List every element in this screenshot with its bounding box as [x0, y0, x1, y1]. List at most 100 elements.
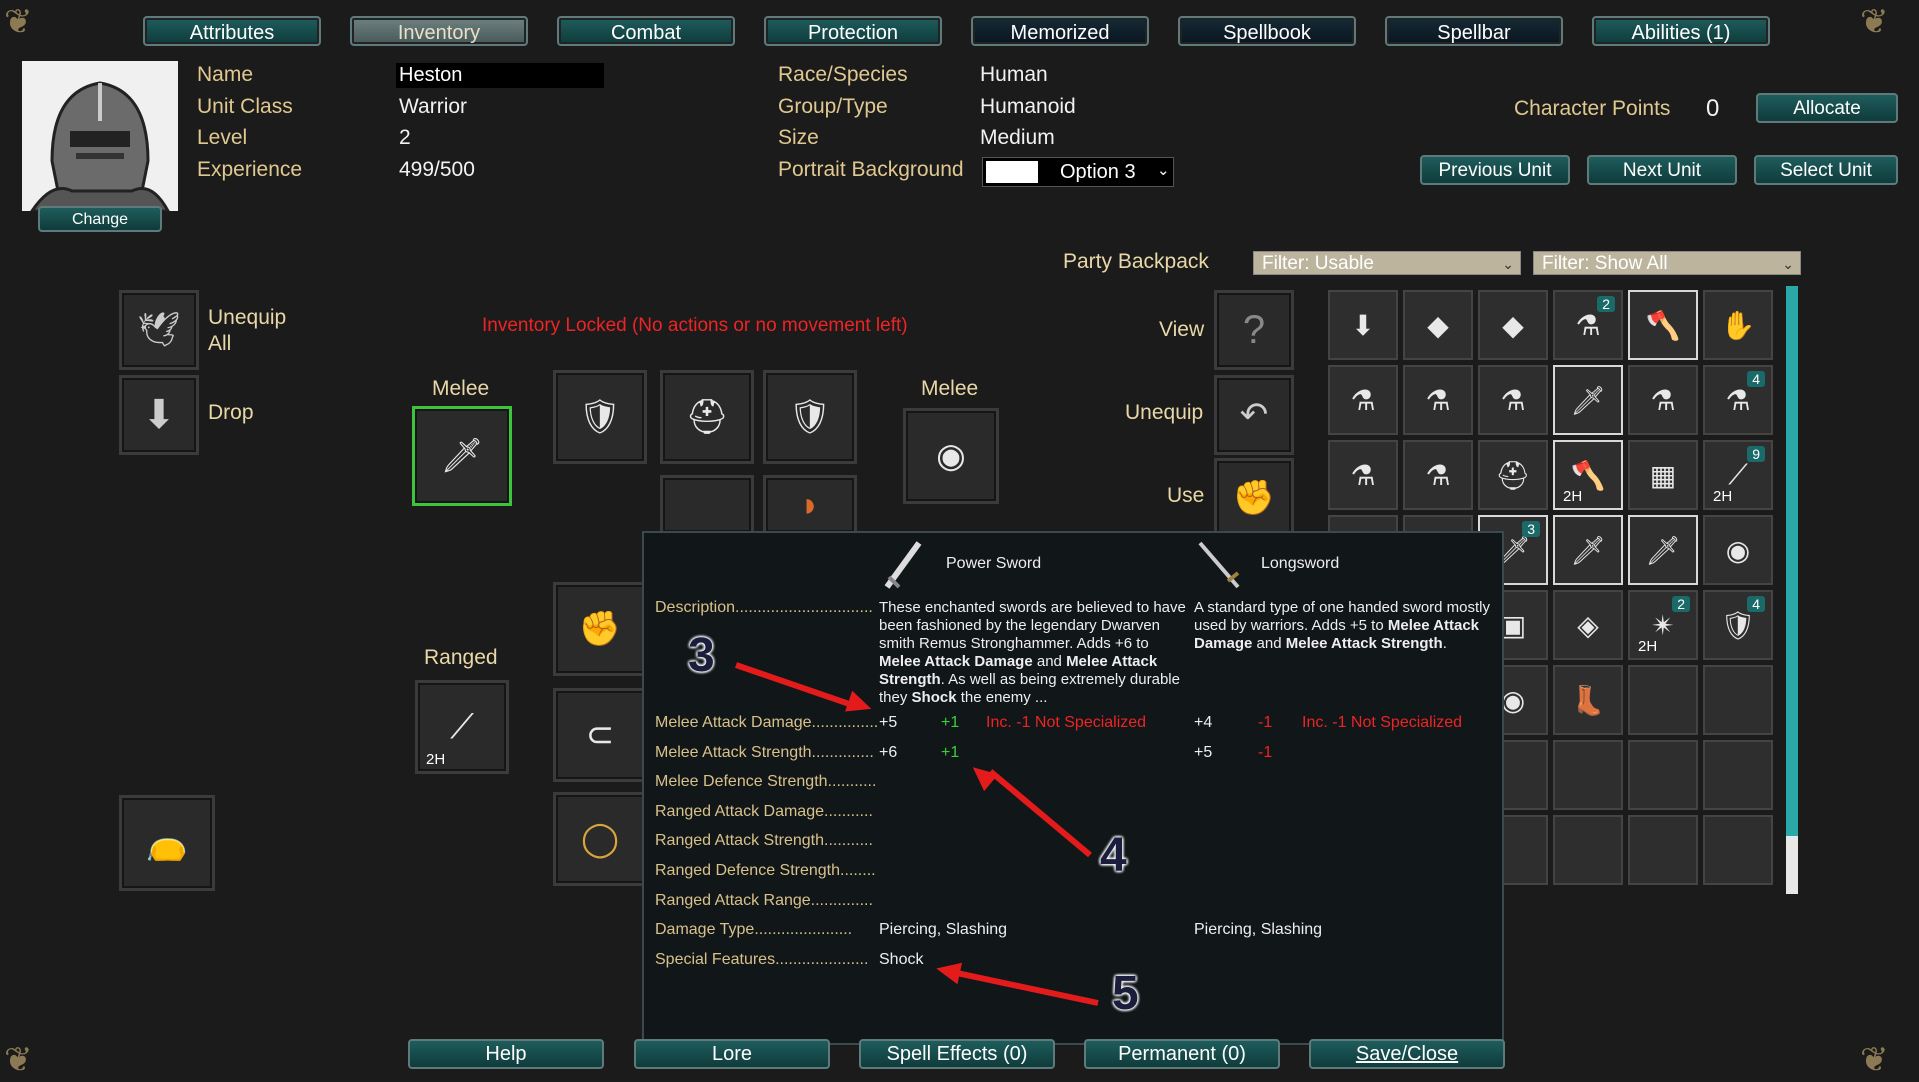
tab-abilities[interactable]: Abilities (1): [1592, 16, 1770, 46]
next-unit-button[interactable]: Next Unit: [1587, 155, 1737, 185]
backpack-slot[interactable]: 🪓: [1628, 290, 1698, 360]
tab-memorized[interactable]: Memorized: [971, 16, 1149, 46]
empty-equipment-slot[interactable]: 👝: [119, 795, 215, 891]
desc-text: These enchanted swords are believed to h…: [879, 599, 1186, 652]
backpack-slot[interactable]: ⚗: [1403, 440, 1473, 510]
filter-show-all-select[interactable]: Filter: Show All ⌄: [1533, 251, 1801, 275]
backpack-slot[interactable]: ⚗: [1478, 365, 1548, 435]
gloves-slot[interactable]: ✊: [553, 582, 647, 676]
backpack-slot[interactable]: ◉: [1703, 515, 1773, 585]
select-unit-button[interactable]: Select Unit: [1754, 155, 1898, 185]
backpack-slot[interactable]: [1553, 815, 1623, 885]
backpack-slot[interactable]: ⚗ 4: [1703, 365, 1773, 435]
helmet-icon: ⛑: [1495, 459, 1531, 491]
shoulder-left-slot[interactable]: 🛡: [553, 370, 647, 464]
ring-slot[interactable]: ◯: [553, 792, 647, 886]
tab-spellbar[interactable]: Spellbar: [1385, 16, 1563, 46]
backpack-slot[interactable]: ⚗: [1328, 365, 1398, 435]
drop-button[interactable]: ⬇: [119, 375, 199, 455]
use-button[interactable]: ✊: [1214, 458, 1294, 538]
backpack-slot[interactable]: [1703, 815, 1773, 885]
gauntlet-icon: ✊: [578, 610, 622, 648]
backpack-slot[interactable]: ⚗: [1628, 365, 1698, 435]
allocate-button[interactable]: Allocate: [1756, 93, 1898, 123]
backpack-scrollbar-thumb[interactable]: [1786, 286, 1798, 836]
wings-icon: 🕊: [137, 311, 181, 349]
lore-button[interactable]: Lore: [634, 1039, 830, 1069]
backpack-slot[interactable]: ▦: [1628, 440, 1698, 510]
drop-label: Drop: [208, 401, 254, 424]
shoulder-armor-icon: 🛡: [788, 398, 832, 436]
name-field[interactable]: Heston: [396, 63, 604, 88]
offhand-slot[interactable]: ◉: [903, 408, 999, 504]
unequip-label: Unequip: [1125, 401, 1204, 424]
backpack-slot[interactable]: ✋: [1703, 290, 1773, 360]
name-value: Heston: [399, 64, 463, 86]
melee-right-label: Melee: [921, 377, 979, 400]
party-backpack-label: Party Backpack: [1063, 250, 1209, 273]
race-value: Human: [980, 63, 1048, 86]
view-button[interactable]: ?: [1214, 290, 1294, 370]
backpack-slot[interactable]: 🛡 4: [1703, 590, 1773, 660]
backpack-slot[interactable]: ✴ 2 2H: [1628, 590, 1698, 660]
backpack-slot[interactable]: ⚗: [1328, 440, 1398, 510]
backpack-slot[interactable]: [1628, 665, 1698, 735]
portrait[interactable]: [22, 61, 178, 211]
dagger-icon: 🗡: [1570, 384, 1606, 416]
inventory-locked-message: Inventory Locked (No actions or no movem…: [482, 315, 908, 336]
melee-weapon-slot[interactable]: 🗡: [412, 406, 512, 506]
helmet-slot[interactable]: ⛑: [660, 370, 754, 464]
unequip-button[interactable]: ↶: [1214, 375, 1294, 455]
potion-icon: ⚗: [1350, 459, 1376, 491]
unequip-all-button[interactable]: 🕊: [119, 290, 199, 370]
backpack-slot[interactable]: ⬇: [1328, 290, 1398, 360]
tab-spellbook[interactable]: Spellbook: [1178, 16, 1356, 46]
filter-usable-select[interactable]: Filter: Usable ⌄: [1253, 251, 1521, 275]
sword-icon: 🗡: [440, 437, 484, 475]
shoulder-right-slot[interactable]: 🛡: [763, 370, 857, 464]
ranged-weapon-slot[interactable]: ⟋ 2H: [415, 680, 509, 774]
save-close-button[interactable]: Save/Close: [1309, 1039, 1505, 1069]
item2-stat-delta: -1: [1258, 744, 1273, 761]
shield-icon: ◈: [1577, 609, 1599, 641]
portrait-background-select[interactable]: Option 3 ⌄: [982, 157, 1174, 187]
backpack-slot[interactable]: [1553, 740, 1623, 810]
backpack-slot[interactable]: [1703, 665, 1773, 735]
tab-attributes[interactable]: Attributes: [143, 16, 321, 46]
backpack-slot[interactable]: 🗡: [1553, 365, 1623, 435]
backpack-slot[interactable]: 👢: [1553, 665, 1623, 735]
backpack-scrollbar-track[interactable]: [1786, 286, 1798, 894]
backpack-slot[interactable]: ⚗: [1403, 365, 1473, 435]
sword-icon: 🗡: [1645, 534, 1681, 566]
backpack-slot[interactable]: ⚗ 2: [1553, 290, 1623, 360]
help-button[interactable]: Help: [408, 1039, 604, 1069]
backpack-slot[interactable]: ◆: [1403, 290, 1473, 360]
backpack-slot[interactable]: ◈: [1553, 590, 1623, 660]
backpack-slot[interactable]: [1703, 740, 1773, 810]
backpack-slot[interactable]: ◆: [1478, 290, 1548, 360]
backpack-slot[interactable]: ⛑: [1478, 440, 1548, 510]
annotation-number-5: 5: [1112, 967, 1139, 1020]
amulet-slot[interactable]: [660, 475, 754, 535]
permanent-button[interactable]: Permanent (0): [1084, 1039, 1280, 1069]
backpack-slot[interactable]: [1628, 740, 1698, 810]
stat-label: Melee Attack Strength..............: [655, 744, 874, 761]
cloak-slot[interactable]: ◗: [763, 475, 857, 535]
tab-protection[interactable]: Protection: [764, 16, 942, 46]
previous-unit-button[interactable]: Previous Unit: [1420, 155, 1570, 185]
potion-icon: ⚗: [1425, 459, 1451, 491]
experience-value: 499/500: [399, 158, 475, 181]
backpack-slot[interactable]: 🗡: [1553, 515, 1623, 585]
belt-slot[interactable]: ⊂: [553, 688, 647, 782]
backpack-slot[interactable]: 🪓 2H: [1553, 440, 1623, 510]
tab-combat[interactable]: Combat: [557, 16, 735, 46]
name-label: Name: [197, 63, 254, 86]
stat-label: Ranged Attack Range..............: [655, 892, 873, 909]
change-portrait-button[interactable]: Change: [38, 206, 162, 232]
backpack-slot[interactable]: 🗡: [1628, 515, 1698, 585]
chevron-down-icon: ⌄: [1502, 256, 1514, 272]
spell-effects-button[interactable]: Spell Effects (0): [859, 1039, 1055, 1069]
tab-inventory[interactable]: Inventory: [350, 16, 528, 46]
backpack-slot[interactable]: ⟋ 9 2H: [1703, 440, 1773, 510]
backpack-slot[interactable]: [1628, 815, 1698, 885]
